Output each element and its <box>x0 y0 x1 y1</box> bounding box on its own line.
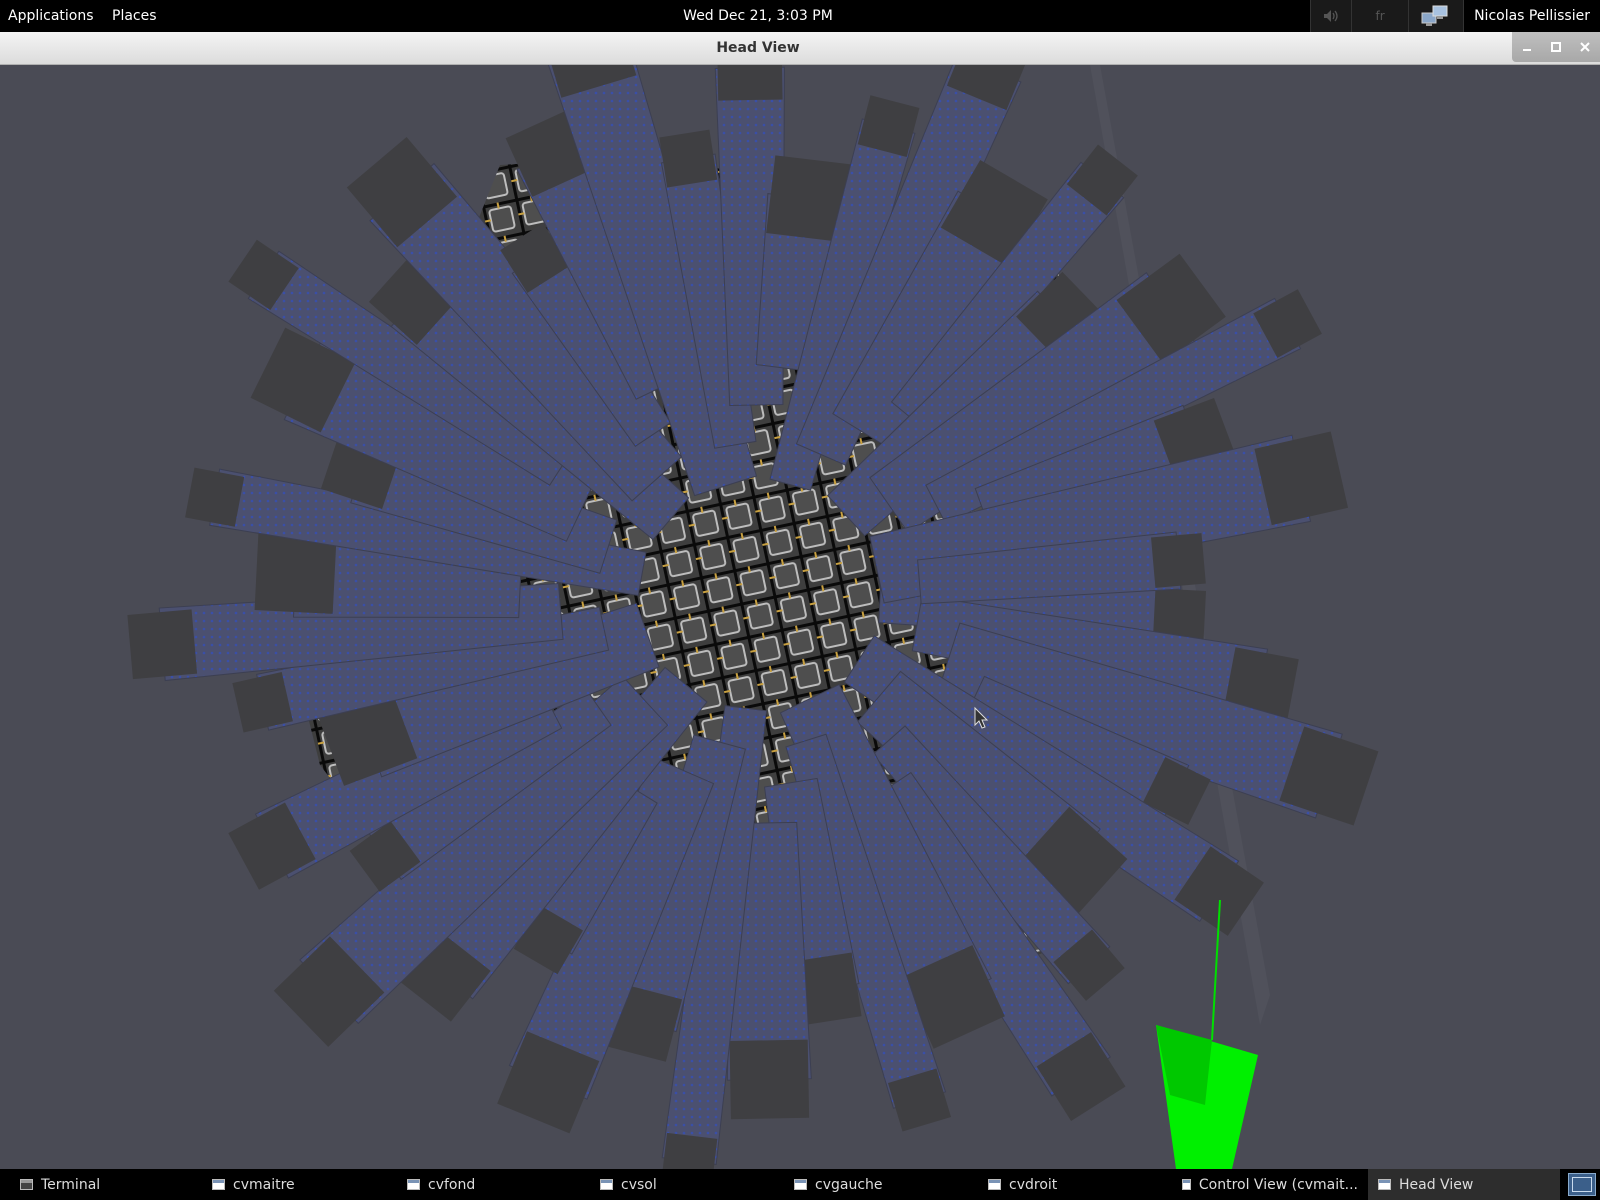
task-cvfond[interactable]: cvfond <box>407 1169 587 1200</box>
3d-viewport[interactable] <box>0 65 1600 1169</box>
maximize-icon <box>1550 42 1561 52</box>
task-head-view[interactable]: Head View <box>1368 1169 1560 1200</box>
maximize-button[interactable] <box>1541 32 1570 62</box>
task-label: Control View (cvmait... <box>1198 1176 1358 1193</box>
terminal-icon <box>20 1179 33 1190</box>
task-cvgauche[interactable]: cvgauche <box>794 1169 974 1200</box>
network-icon[interactable] <box>1408 0 1464 32</box>
3d-scene <box>0 65 1600 1169</box>
top-panel: Applications Places Wed Dec 21, 3:03 PM … <box>0 0 1600 32</box>
close-button[interactable] <box>1571 32 1600 62</box>
window-icon <box>988 1179 1001 1190</box>
column-cap <box>659 129 718 188</box>
volume-icon[interactable] <box>1310 0 1352 32</box>
task-label: cvdroit <box>1009 1176 1058 1193</box>
window-icon <box>407 1179 420 1190</box>
task-label: cvsol <box>621 1176 657 1193</box>
task-label: Head View <box>1399 1176 1474 1193</box>
column-cap <box>661 1132 718 1169</box>
column-cap <box>127 609 198 680</box>
window-title: Head View <box>716 40 800 56</box>
window-icon <box>600 1179 613 1190</box>
user-menu[interactable]: Nicolas Pellissier <box>1463 0 1600 32</box>
task-cvdroit[interactable]: cvdroit <box>988 1169 1168 1200</box>
task-label: cvmaitre <box>233 1176 295 1193</box>
workspace-switcher[interactable] <box>1568 1173 1596 1196</box>
column-cap <box>185 467 245 527</box>
column-cap <box>1151 533 1206 588</box>
window-icon <box>212 1179 225 1190</box>
task-label: Terminal <box>41 1176 101 1193</box>
task-control-view[interactable]: Control View (cvmait... <box>1182 1169 1358 1200</box>
window-titlebar[interactable]: Head View <box>0 32 1600 65</box>
clock[interactable]: Wed Dec 21, 3:03 PM <box>0 0 1516 32</box>
column-cap <box>729 1039 810 1120</box>
minimize-icon <box>1522 49 1531 51</box>
window-icon <box>1182 1179 1191 1190</box>
window-controls <box>1512 32 1600 62</box>
window-icon <box>1378 1179 1391 1190</box>
system-tray: fr Nicolas Pellissier <box>1310 0 1600 32</box>
window-icon <box>794 1179 807 1190</box>
task-cvmaitre[interactable]: cvmaitre <box>212 1169 392 1200</box>
keyboard-layout-indicator[interactable]: fr <box>1351 0 1409 32</box>
task-terminal[interactable]: Terminal <box>20 1169 200 1200</box>
close-icon <box>1580 42 1591 52</box>
task-label: cvfond <box>428 1176 476 1193</box>
taskbar: Terminal cvmaitre cvfond cvsol cvgauche … <box>0 1169 1600 1200</box>
minimize-button[interactable] <box>1512 32 1541 62</box>
task-label: cvgauche <box>815 1176 883 1193</box>
column-cap <box>717 65 783 101</box>
task-cvsol[interactable]: cvsol <box>600 1169 780 1200</box>
